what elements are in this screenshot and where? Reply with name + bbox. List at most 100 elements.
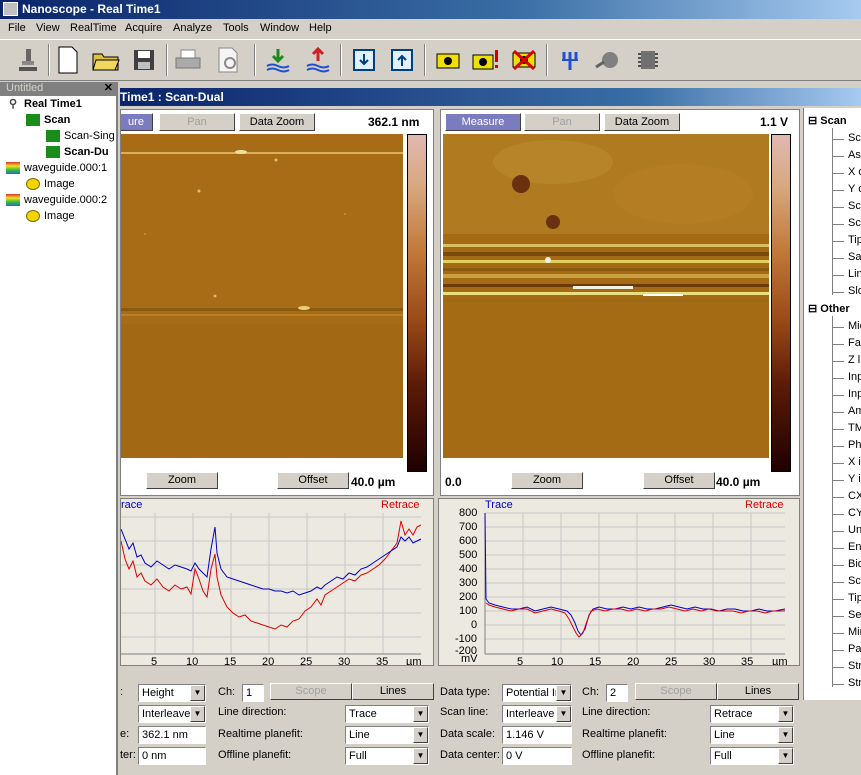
scan-group-header[interactable]: ⊟ Scan bbox=[808, 114, 847, 127]
param-item[interactable]: Sca bbox=[848, 200, 861, 212]
other-group-header[interactable]: ⊟ Other bbox=[808, 302, 850, 315]
microscope-icon[interactable] bbox=[12, 44, 44, 76]
param-item[interactable]: CX bbox=[848, 490, 861, 502]
pan-button[interactable]: Pan bbox=[524, 113, 600, 131]
menu-analyze[interactable]: Analyze bbox=[173, 22, 212, 34]
data-zoom-button[interactable]: Data Zoom bbox=[604, 113, 680, 131]
abort-capture-icon[interactable] bbox=[508, 44, 540, 76]
param-item[interactable]: San bbox=[848, 251, 861, 263]
line-direction-select[interactable]: Retrace ▼ bbox=[710, 705, 794, 723]
data-scale-field[interactable]: 362.1 nm bbox=[138, 726, 206, 744]
print-preview-icon[interactable] bbox=[212, 44, 244, 76]
data-type-select[interactable]: Potential Ir ▼ bbox=[502, 684, 572, 702]
tip-icon[interactable] bbox=[592, 44, 624, 76]
param-item[interactable]: Tip bbox=[848, 234, 861, 246]
tree-node-scan-dual[interactable]: Scan-Du bbox=[46, 146, 109, 159]
left-line-plot[interactable]: race Retrace 5 10 15 20 25 30 35 µm bbox=[120, 498, 434, 666]
lines-button[interactable]: Lines bbox=[352, 683, 434, 700]
menu-file[interactable]: File bbox=[8, 22, 26, 34]
tree-node-waveguide-2[interactable]: waveguide.000:2 bbox=[6, 194, 107, 207]
probe-icon[interactable] bbox=[554, 44, 586, 76]
open-folder-icon[interactable] bbox=[90, 44, 122, 76]
param-item[interactable]: X in bbox=[848, 456, 861, 468]
param-item[interactable]: Par bbox=[848, 643, 861, 655]
tree-node-waveguide-1[interactable]: waveguide.000:1 bbox=[6, 162, 107, 175]
potential-image[interactable] bbox=[443, 134, 769, 458]
param-item[interactable]: Eng bbox=[848, 541, 861, 553]
tree-node-scan[interactable]: Scan bbox=[26, 114, 70, 127]
new-file-icon[interactable] bbox=[52, 44, 84, 76]
param-item[interactable]: Y ol bbox=[848, 183, 861, 195]
zoom-button[interactable]: Zoom bbox=[511, 472, 583, 489]
param-item[interactable]: Pha bbox=[848, 439, 861, 451]
height-image[interactable] bbox=[121, 134, 403, 458]
scan-line-select[interactable]: Interleave ▼ bbox=[502, 705, 572, 723]
menu-realtime[interactable]: RealTime bbox=[70, 22, 117, 34]
menu-acquire[interactable]: Acquire bbox=[125, 22, 162, 34]
param-item[interactable]: X ol bbox=[848, 166, 861, 178]
param-item[interactable]: Y in bbox=[848, 473, 861, 485]
tree-node-realtime[interactable]: ⚲ Real Time1 bbox=[6, 98, 82, 110]
offline-planefit-select[interactable]: Full ▼ bbox=[345, 747, 429, 765]
param-item[interactable]: Inp bbox=[848, 371, 861, 383]
param-item[interactable]: Bidi bbox=[848, 558, 861, 570]
param-item[interactable]: Min bbox=[848, 626, 861, 638]
param-item[interactable]: Sca bbox=[848, 132, 861, 144]
param-item[interactable]: Z lir bbox=[848, 354, 861, 366]
param-item[interactable]: TM bbox=[848, 422, 861, 434]
param-item[interactable]: Ser bbox=[848, 609, 861, 621]
collapse-icon[interactable]: ⊟ bbox=[808, 115, 817, 127]
measure-button[interactable]: ure bbox=[121, 113, 153, 131]
frame-up-icon[interactable] bbox=[386, 44, 418, 76]
frame-down-icon[interactable] bbox=[348, 44, 380, 76]
menu-window[interactable]: Window bbox=[260, 22, 299, 34]
chip-icon[interactable] bbox=[632, 44, 664, 76]
param-item[interactable]: Sca bbox=[848, 217, 861, 229]
data-scale-field[interactable]: 1.146 V bbox=[502, 726, 572, 744]
child-title-bar[interactable]: Time1 : Scan-Dual bbox=[120, 88, 861, 106]
app-title-bar[interactable]: Nanoscope - Real Time1 bbox=[0, 0, 861, 19]
param-item[interactable]: Stri bbox=[848, 660, 861, 672]
right-line-plot[interactable]: Trace Retrace 800 700 600 500 400 300 20… bbox=[438, 498, 800, 666]
save-icon[interactable] bbox=[128, 44, 160, 76]
pan-button[interactable]: Pan bbox=[159, 113, 235, 131]
param-item[interactable]: Sca bbox=[848, 575, 861, 587]
capture-now-icon[interactable] bbox=[470, 44, 502, 76]
tree-node-scan-single[interactable]: Scan-Sing bbox=[46, 130, 115, 143]
collapse-icon[interactable]: ⊟ bbox=[808, 303, 817, 315]
param-item[interactable]: Tip bbox=[848, 592, 861, 604]
param-item[interactable]: Inp bbox=[848, 388, 861, 400]
scope-button[interactable]: Scope bbox=[270, 683, 352, 700]
menu-tools[interactable]: Tools bbox=[223, 22, 249, 34]
print-icon[interactable] bbox=[172, 44, 204, 76]
line-direction-select[interactable]: Trace ▼ bbox=[345, 705, 429, 723]
param-item[interactable]: Micr bbox=[848, 320, 861, 332]
channel-field[interactable]: 2 bbox=[606, 684, 628, 702]
offset-button[interactable]: Offset bbox=[643, 472, 715, 489]
withdraw-icon[interactable] bbox=[302, 44, 334, 76]
data-center-field[interactable]: 0 V bbox=[502, 747, 572, 765]
tree-node-image-2[interactable]: Image bbox=[26, 210, 75, 223]
realtime-planefit-select[interactable]: Line ▼ bbox=[345, 726, 429, 744]
measure-button[interactable]: Measure bbox=[445, 113, 521, 131]
menu-view[interactable]: View bbox=[36, 22, 60, 34]
menu-help[interactable]: Help bbox=[309, 22, 332, 34]
capture-icon[interactable] bbox=[432, 44, 464, 76]
data-zoom-button[interactable]: Data Zoom bbox=[239, 113, 315, 131]
param-item[interactable]: CY bbox=[848, 507, 861, 519]
param-item[interactable]: Slov bbox=[848, 285, 861, 297]
param-item[interactable]: Amp bbox=[848, 405, 861, 417]
scan-line-select[interactable]: Interleave ▼ bbox=[138, 705, 206, 723]
data-center-field[interactable]: 0 nm bbox=[138, 747, 206, 765]
tree-node-image-1[interactable]: Image bbox=[26, 178, 75, 191]
lines-button[interactable]: Lines bbox=[717, 683, 799, 700]
offline-planefit-select[interactable]: Full ▼ bbox=[710, 747, 794, 765]
param-item[interactable]: Unit bbox=[848, 524, 861, 536]
zoom-button[interactable]: Zoom bbox=[146, 472, 218, 489]
close-icon[interactable]: ✕ bbox=[104, 81, 113, 94]
data-type-select[interactable]: Height ▼ bbox=[138, 684, 206, 702]
engage-icon[interactable] bbox=[262, 44, 294, 76]
param-item[interactable]: Asp bbox=[848, 149, 861, 161]
channel-field[interactable]: 1 bbox=[242, 684, 264, 702]
param-item[interactable]: Stri bbox=[848, 677, 861, 689]
